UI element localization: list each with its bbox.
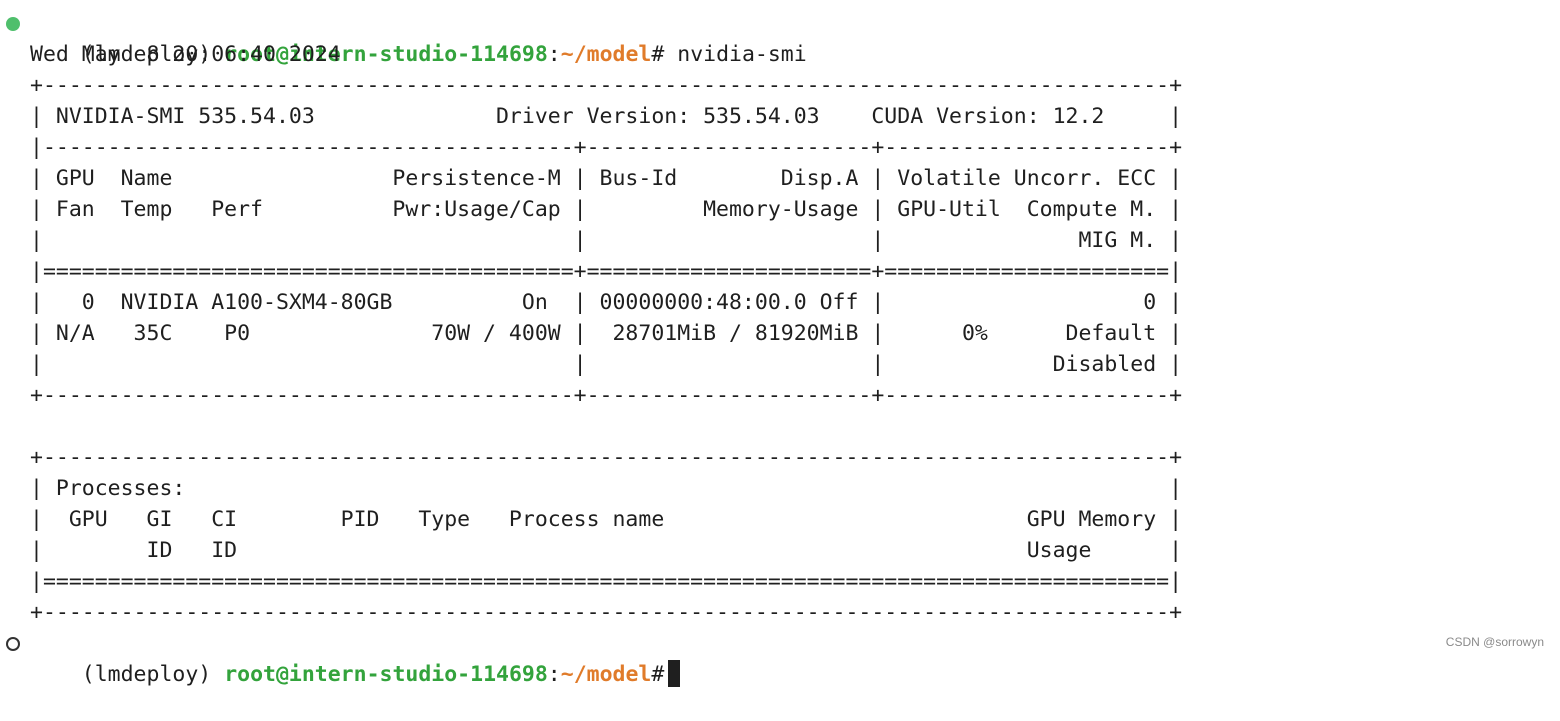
processes-table-title-row: | Processes: | [30,476,1183,501]
gpu-table-header-row-2: | Fan Temp Perf Pwr:Usage/Cap | Memory-U… [30,197,1183,222]
gpu-table-data-row-2: | N/A 35C P0 70W / 400W | 28701MiB / 819… [30,321,1183,346]
prompt-separator: : [547,662,561,687]
gpu-table-data-row-1: | 0 NVIDIA A100-SXM4-80GB On | 00000000:… [30,290,1183,315]
user-host-label: root@intern-studio-114698 [224,662,548,687]
gpu-table-version-row: | NVIDIA-SMI 535.54.03 Driver Version: 5… [30,104,1183,129]
processes-table-header-row-2: | ID ID Usage | [30,538,1183,563]
gpu-table-border-top: +---------------------------------------… [30,73,1183,98]
gpu-table-header-row-1: | GPU Name Persistence-M | Bus-Id Disp.A… [30,166,1183,191]
command-success-dot-icon[interactable] [6,17,20,31]
processes-table-border-bottom: +---------------------------------------… [30,600,1183,625]
processes-table-header-row-1: | GPU GI CI PID Type Process name GPU Me… [30,507,1183,532]
gpu-table-border-bottom: +---------------------------------------… [30,383,1183,408]
processes-table-border-top: +---------------------------------------… [30,445,1183,470]
prompt-idle-dot-icon[interactable] [6,637,20,651]
command-prompt-line: (lmdeploy) root@intern-studio-114698:~/m… [0,8,1560,67]
current-path-label: ~/model [560,662,652,687]
terminal-output[interactable]: (lmdeploy) root@intern-studio-114698:~/m… [0,8,1560,687]
processes-table-header-separator: |=======================================… [30,569,1183,594]
watermark: CSDN @sorrowyn [1445,635,1544,649]
text-cursor[interactable] [668,659,681,687]
gpu-table-data-row-3: | | | Disabled | [30,352,1183,377]
active-prompt-line[interactable]: (lmdeploy) root@intern-studio-114698:~/m… [0,628,1560,687]
gpu-table-header-separator: |=======================================… [30,259,1183,284]
gpu-table-divider: |---------------------------------------… [30,135,1183,160]
conda-env-label: (lmdeploy) [81,662,212,687]
prompt-symbol: # [651,662,665,687]
date-line: Wed May 8 20:06:40 2024 [30,42,341,67]
gpu-table-header-row-3: | | | MIG M. | [30,228,1183,253]
